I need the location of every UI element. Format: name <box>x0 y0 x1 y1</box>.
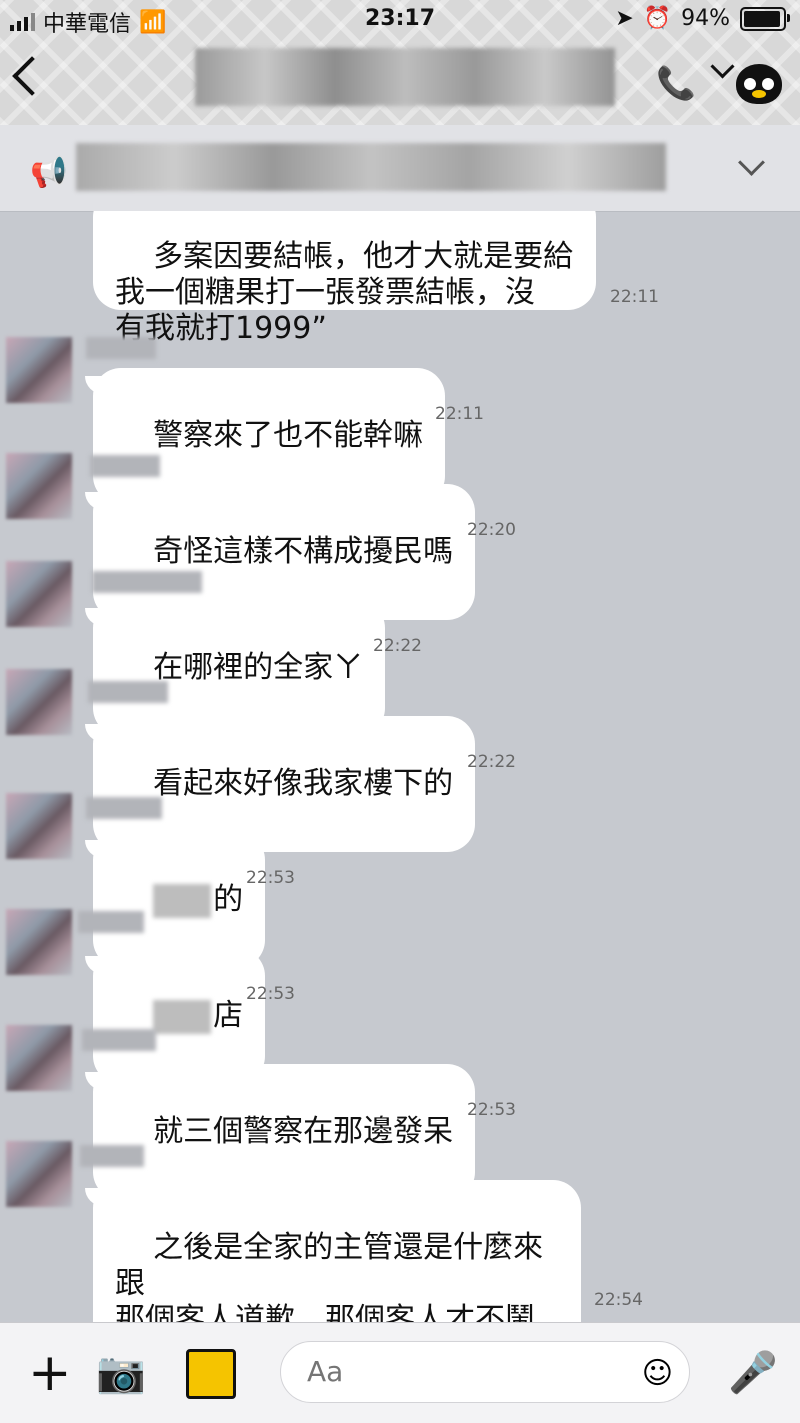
sender-name-redacted <box>90 455 160 477</box>
message-time: 22:11 <box>610 287 659 307</box>
sender-name-redacted <box>80 1145 144 1167</box>
back-button[interactable] <box>12 56 52 96</box>
status-right: ➤ ⏰ 94% <box>615 6 790 31</box>
sender-name-redacted <box>86 797 162 819</box>
message-time: 22:22 <box>373 636 422 656</box>
avatar[interactable] <box>6 337 72 403</box>
sender-name-redacted <box>86 337 156 359</box>
mascot-menu-icon[interactable] <box>736 64 782 104</box>
avatar[interactable] <box>6 453 72 519</box>
sender-name-redacted <box>92 571 202 593</box>
message-text: 之後是全家的主管還是什麼來跟 那個客人道歉 那個客人才不鬧 事 <box>115 1230 544 1322</box>
image-gallery-icon[interactable] <box>186 1349 236 1399</box>
avatar[interactable] <box>6 1025 72 1091</box>
message-time: 22:53 <box>246 868 295 888</box>
sender-name-redacted <box>88 681 168 703</box>
megaphone-icon: 📢 <box>30 155 68 190</box>
message-bubble[interactable]: 多案因要結帳，他才大就是要給 我一個糖果打一張發票結帳，沒 有我就打1999” <box>93 211 596 346</box>
message-text: 多案因要結帳，他才大就是要給 我一個糖果打一張發票結帳，沒 有我就打1999” <box>115 239 574 346</box>
message-text: 警察來了也不能幹嘛 <box>153 418 424 453</box>
message-bubble[interactable]: 之後是全家的主管還是什麼來跟 那個客人道歉 那個客人才不鬧 事 <box>85 1180 581 1322</box>
message-time: 22:11 <box>435 404 484 424</box>
avatar[interactable] <box>6 1141 72 1207</box>
battery-icon <box>740 6 790 31</box>
message-text: 看起來好像我家樓下的 <box>153 766 454 801</box>
avatar[interactable] <box>6 669 72 735</box>
message-time: 22:54 <box>594 1290 643 1310</box>
avatar[interactable] <box>6 793 72 859</box>
expand-announcement-icon[interactable] <box>738 149 765 176</box>
message-text: 奇怪這樣不構成擾民嗎 <box>153 534 454 569</box>
microphone-icon[interactable]: 🎤 <box>728 1349 778 1396</box>
message-time: 22:20 <box>467 520 516 540</box>
chat-title-redacted <box>195 48 615 106</box>
redacted-text <box>153 999 212 1034</box>
avatar[interactable] <box>6 909 72 975</box>
avatar[interactable] <box>6 561 72 627</box>
camera-icon[interactable]: 📷 <box>96 1349 146 1396</box>
message-time: 22:53 <box>467 1100 516 1120</box>
message-list[interactable]: 多案因要結帳，他才大就是要給 我一個糖果打一張發票結帳，沒 有我就打1999” … <box>0 211 800 1322</box>
battery-percent: 94% <box>681 6 730 31</box>
chevron-down-icon[interactable] <box>710 54 735 79</box>
sender-name-redacted <box>78 911 144 933</box>
message-text: 就三個警察在那邊發呆 <box>153 1114 454 1149</box>
alarm-icon: ⏰ <box>643 6 672 31</box>
input-bar: + 📷 ☺ 🎤 <box>0 1322 800 1423</box>
announcement-text-redacted <box>76 143 666 191</box>
battery-fill <box>744 10 780 27</box>
plus-icon[interactable]: + <box>28 1347 72 1399</box>
message-text: 的 <box>213 882 244 917</box>
chat-header: 中華電信 📶 23:17 ➤ ⏰ 94% 📞 <box>0 0 800 125</box>
redacted-text <box>153 883 212 918</box>
message-input-field[interactable]: ☺ <box>280 1341 690 1403</box>
phone-icon[interactable]: 📞 <box>656 64 696 102</box>
message-text: 在哪裡的全家ㄚ <box>153 650 364 685</box>
announcement-bar[interactable]: 📢 <box>0 125 800 212</box>
sender-name-redacted <box>82 1029 156 1051</box>
message-input[interactable] <box>305 1354 629 1389</box>
location-icon: ➤ <box>615 6 634 31</box>
status-bar: 中華電信 📶 23:17 ➤ ⏰ 94% <box>0 0 800 40</box>
emoji-icon[interactable]: ☺ <box>642 1356 673 1391</box>
message-time: 22:22 <box>467 752 516 772</box>
message-text: 店 <box>213 998 244 1033</box>
message-time: 22:53 <box>246 984 295 1004</box>
